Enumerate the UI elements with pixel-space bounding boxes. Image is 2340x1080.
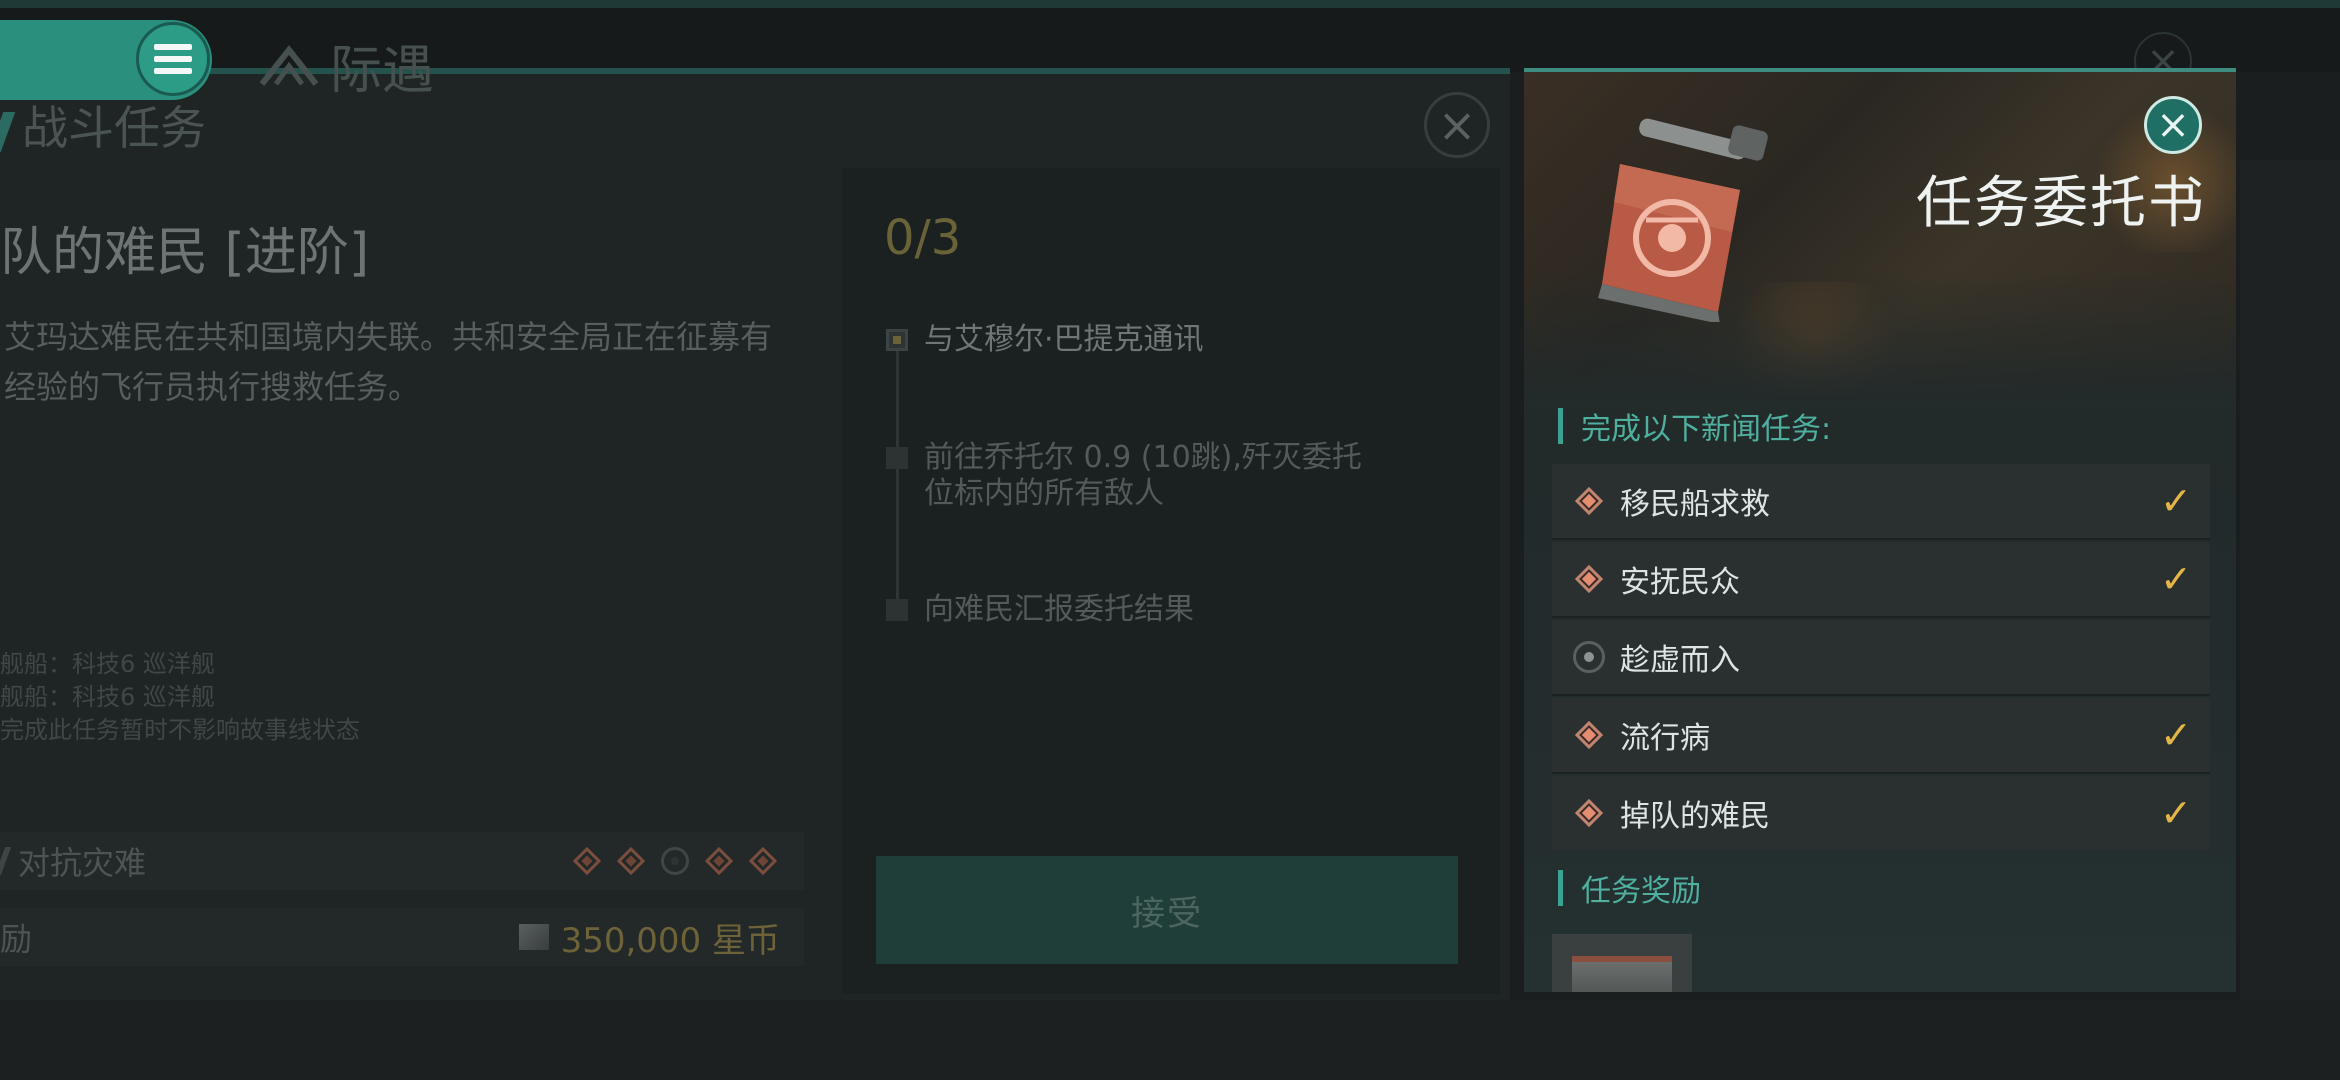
section-title: 战斗任务	[0, 92, 206, 158]
objective-text: 与艾穆尔·巴提克通讯	[924, 322, 1204, 357]
objective-text: 向难民汇报委托结果	[924, 592, 1194, 627]
storyline-progress	[570, 844, 780, 878]
commission-title: 任务委托书	[1916, 171, 2206, 236]
accept-button[interactable]: 接受	[876, 856, 1458, 964]
app-title: 际遇	[258, 28, 434, 103]
task-name: 移民船求救	[1620, 487, 1770, 522]
dialog-top-line	[0, 68, 1510, 74]
reward-value: 350,000 星币	[560, 920, 780, 961]
reward-row: 励 350,000 星币	[0, 908, 804, 966]
checkmark-icon: ✓	[2160, 479, 2192, 523]
objective-checkbox-icon	[886, 329, 908, 351]
storyline-row: 对抗灾难	[0, 832, 804, 890]
objective-checkbox-icon	[886, 447, 908, 469]
task-row[interactable]: 掉队的难民 ✓	[1552, 776, 2210, 850]
circle-icon	[658, 844, 692, 878]
objective-checkbox-icon	[886, 599, 908, 621]
checkmark-icon: ✓	[2160, 791, 2192, 835]
diamond-icon	[746, 844, 780, 878]
task-row[interactable]: 趁虚而入	[1552, 620, 2210, 694]
storyline-label: 对抗灾难	[18, 844, 147, 882]
note-line: 舰船：科技6 巡洋舰	[0, 683, 215, 711]
note-line: 舰船：科技6 巡洋舰	[0, 650, 215, 678]
tasks-header-text: 完成以下新闻任务:	[1581, 412, 1832, 447]
app-title-text: 际遇	[330, 41, 435, 101]
task-name: 趁虚而入	[1620, 643, 1740, 678]
task-row[interactable]: 安抚民众 ✓	[1552, 542, 2210, 616]
objective-text: 前往乔托尔 0.9 (10跳),歼灭委托位标内的所有敌人	[924, 440, 1362, 511]
header-bar	[1558, 408, 1563, 444]
section-slash	[0, 111, 16, 152]
diamond-icon	[1572, 718, 1606, 752]
diamond-icon	[1572, 484, 1606, 518]
mission-description: 艾玛达难民在共和国境内失联。共和安全局正在征募有经验的飞行员执行搜救任务。	[4, 318, 773, 406]
diamond-icon	[1572, 562, 1606, 596]
hamburger-icon	[154, 44, 192, 74]
reward-label: 励	[0, 920, 33, 958]
task-name: 掉队的难民	[1620, 799, 1770, 834]
background-right	[2240, 160, 2340, 1000]
diamond-icon	[702, 844, 736, 878]
tick-icon	[0, 847, 12, 875]
top-strip	[0, 0, 2340, 8]
objectives-progress: 0/3	[884, 210, 962, 266]
bottom-bar	[0, 1000, 2340, 1080]
commission-scroll-icon	[1598, 118, 1768, 322]
encounter-logo-icon	[259, 44, 319, 86]
diamond-icon	[1572, 796, 1606, 830]
note-line: 完成此任务暂时不影响故事线状态	[0, 716, 360, 744]
commission-panel: 任务委托书 × 完成以下新闻任务: 移民船求救 ✓ 安抚民众 ✓ 趁虚而入 流行…	[1524, 72, 2236, 992]
mission-notes: 舰船：科技6 巡洋舰 舰船：科技6 巡洋舰 完成此任务暂时不影响故事线状态	[0, 648, 360, 747]
objective-item: 前往乔托尔 0.9 (10跳),歼灭委托位标内的所有敌人	[886, 440, 1366, 512]
dialog-close-button[interactable]: ×	[1424, 92, 1490, 158]
menu-button[interactable]	[136, 22, 210, 96]
crate-icon	[1572, 956, 1672, 992]
rewards-header-text: 任务奖励	[1581, 874, 1701, 909]
header-bar	[1558, 870, 1563, 906]
currency-icon	[518, 924, 549, 950]
diamond-icon	[570, 844, 604, 878]
task-row[interactable]: 移民船求救 ✓	[1552, 464, 2210, 538]
objective-item: 与艾穆尔·巴提克通讯	[886, 322, 1204, 358]
reward-item-slot[interactable]	[1552, 934, 1692, 992]
close-button[interactable]: ×	[2144, 96, 2202, 154]
diamond-icon	[614, 844, 648, 878]
tasks-header: 完成以下新闻任务:	[1558, 404, 1831, 448]
circle-icon	[1572, 640, 1606, 674]
task-row[interactable]: 流行病 ✓	[1552, 698, 2210, 772]
task-name: 流行病	[1620, 721, 1710, 756]
rewards-header: 任务奖励	[1558, 866, 1701, 910]
section-title-text: 战斗任务	[22, 101, 206, 155]
objective-item: 向难民汇报委托结果	[886, 592, 1194, 628]
checkmark-icon: ✓	[2160, 713, 2192, 757]
task-name: 安抚民众	[1620, 565, 1740, 600]
mission-title: 队的难民 [进阶]	[0, 223, 370, 283]
checkmark-icon: ✓	[2160, 557, 2192, 601]
